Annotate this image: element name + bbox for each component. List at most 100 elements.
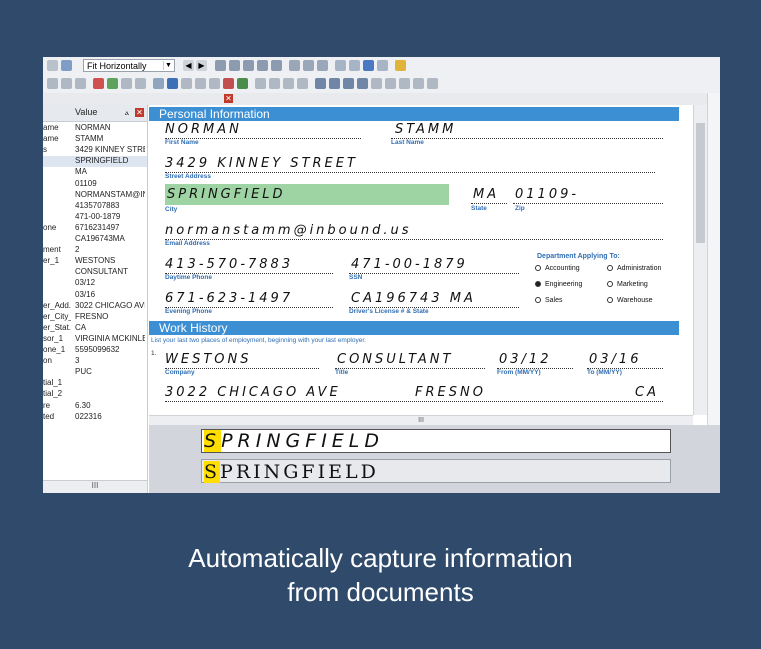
tool-icon[interactable] [209, 78, 220, 89]
tool-icon[interactable] [121, 78, 132, 89]
field-row[interactable]: NORMANSTAM@INI [43, 190, 147, 201]
field-row[interactable]: s 3429 KINNEY STREET [43, 145, 147, 156]
ssn-value[interactable]: 471-00-1879 [351, 257, 468, 272]
view-icon[interactable] [377, 60, 388, 71]
work-city-value[interactable]: FRESNO [415, 385, 486, 400]
radio-warehouse[interactable]: Warehouse [607, 297, 653, 304]
view-icon[interactable] [335, 60, 346, 71]
field-row[interactable]: tial_2 [43, 389, 147, 400]
tool-icon[interactable] [243, 60, 254, 71]
field-row[interactable]: ame NORMAN [43, 123, 147, 134]
close-icon[interactable]: ✕ [224, 94, 233, 103]
work-state-value[interactable]: CA [635, 385, 659, 400]
radio-engineering[interactable]: Engineering [535, 281, 582, 288]
zoom-icon[interactable] [303, 60, 314, 71]
field-row[interactable]: CONSULTANT [43, 267, 147, 278]
field-row[interactable]: one 6716231497 [43, 223, 147, 234]
pin-icon[interactable]: ⲁ [125, 108, 129, 118]
field-row[interactable]: sor_1 VIRGINIA MCKINLEY [43, 334, 147, 345]
last-name-value[interactable]: STAMM [395, 122, 456, 137]
tool-icon[interactable] [371, 78, 382, 89]
tool-icon[interactable] [283, 78, 294, 89]
tool-icon[interactable] [223, 78, 234, 89]
close-icon[interactable]: ✕ [135, 108, 144, 117]
street-value[interactable]: 3429 KINNEY STREET [165, 156, 358, 171]
field-row[interactable]: one_1 5595099632 [43, 345, 147, 356]
field-row[interactable]: tial_1 [43, 378, 147, 389]
zoom-icon[interactable] [289, 60, 300, 71]
delete-icon[interactable] [93, 78, 104, 89]
field-row[interactable]: er_Stat... CA [43, 323, 147, 334]
tool-icon[interactable] [271, 60, 282, 71]
radio-accounting[interactable]: Accounting [535, 265, 580, 272]
field-row[interactable]: MA [43, 167, 147, 178]
tool-icon[interactable] [399, 78, 410, 89]
tool-icon[interactable] [297, 78, 308, 89]
tool-icon[interactable] [135, 78, 146, 89]
field-row[interactable]: 4135707883 [43, 201, 147, 212]
search-icon[interactable] [153, 78, 164, 89]
field-row[interactable]: PUC [43, 367, 147, 378]
zip-value[interactable]: 01109- [515, 187, 579, 202]
city-value[interactable]: SPRINGFIELD [167, 187, 286, 202]
field-row[interactable]: re 6.30 [43, 401, 147, 412]
evening-phone-value[interactable]: 671-623-1497 [165, 291, 293, 306]
form-vscrollbar[interactable] [693, 105, 708, 415]
zoom-icon[interactable] [317, 60, 328, 71]
tool-icon[interactable] [427, 78, 438, 89]
radio-sales[interactable]: Sales [535, 297, 563, 304]
field-row[interactable]: er_City_1 FRESNO [43, 312, 147, 323]
filter-icon[interactable] [413, 78, 424, 89]
page-icon[interactable] [61, 60, 72, 71]
field-row[interactable]: 03/12 [43, 278, 147, 289]
first-name-value[interactable]: NORMAN [165, 122, 242, 137]
add-icon[interactable] [107, 78, 118, 89]
tool-icon[interactable] [269, 78, 280, 89]
tool-icon[interactable] [195, 78, 206, 89]
field-row[interactable]: ted 022316 [43, 412, 147, 423]
tool-icon[interactable] [181, 78, 192, 89]
tool-icon[interactable] [215, 60, 226, 71]
fit-mode-select[interactable]: Fit Horizontally ▼ [83, 59, 175, 72]
tool-icon[interactable] [343, 78, 354, 89]
panel-hscrollbar[interactable]: III [43, 480, 147, 493]
tool-icon[interactable] [47, 78, 58, 89]
next-page-icon[interactable]: ▶ [196, 60, 207, 71]
field-row[interactable]: ment 2 [43, 245, 147, 256]
email-value[interactable]: normanstamm@inbound.us [165, 223, 412, 238]
view-icon[interactable] [349, 60, 360, 71]
tool-icon[interactable] [257, 60, 268, 71]
license-value[interactable]: CA196743 MA [351, 291, 476, 306]
state-value[interactable]: MA [473, 187, 499, 202]
tool-icon[interactable] [237, 78, 248, 89]
scroll-thumb[interactable] [696, 123, 705, 243]
tool-icon[interactable] [315, 78, 326, 89]
settings-icon[interactable] [395, 60, 406, 71]
field-row[interactable]: er_1 WESTONS [43, 256, 147, 267]
tool-icon[interactable] [229, 60, 240, 71]
to-date-value[interactable]: 03/16 [589, 352, 641, 367]
field-row[interactable]: on 3 [43, 356, 147, 367]
tool-icon[interactable] [61, 78, 72, 89]
daytime-phone-value[interactable]: 413-570-7883 [165, 257, 293, 272]
title-value[interactable]: CONSULTANT [337, 352, 453, 367]
tool-icon[interactable] [329, 78, 340, 89]
field-row[interactable]: 03/16 [43, 290, 147, 301]
field-row[interactable]: SPRINGFIELD [43, 156, 147, 168]
field-row[interactable]: 01109 [43, 179, 147, 190]
prev-page-icon[interactable]: ◀ [183, 60, 194, 71]
view-icon[interactable] [363, 60, 374, 71]
field-row[interactable]: CA196743MA [43, 234, 147, 245]
field-row[interactable]: er_Add... 3022 CHICAGO AVE [43, 301, 147, 312]
grid-icon[interactable] [47, 60, 58, 71]
tool-icon[interactable] [255, 78, 266, 89]
tool-icon[interactable] [385, 78, 396, 89]
tool-icon[interactable] [75, 78, 86, 89]
select-icon[interactable] [167, 78, 178, 89]
ocr-result-field[interactable]: SPRINGFIELD [201, 459, 671, 483]
field-row[interactable]: 471-00-1879 [43, 212, 147, 223]
radio-marketing[interactable]: Marketing [607, 281, 648, 288]
tool-icon[interactable] [357, 78, 368, 89]
work-address-value[interactable]: 3022 CHICAGO AVE [165, 385, 341, 400]
field-row[interactable]: ame STAMM [43, 134, 147, 145]
